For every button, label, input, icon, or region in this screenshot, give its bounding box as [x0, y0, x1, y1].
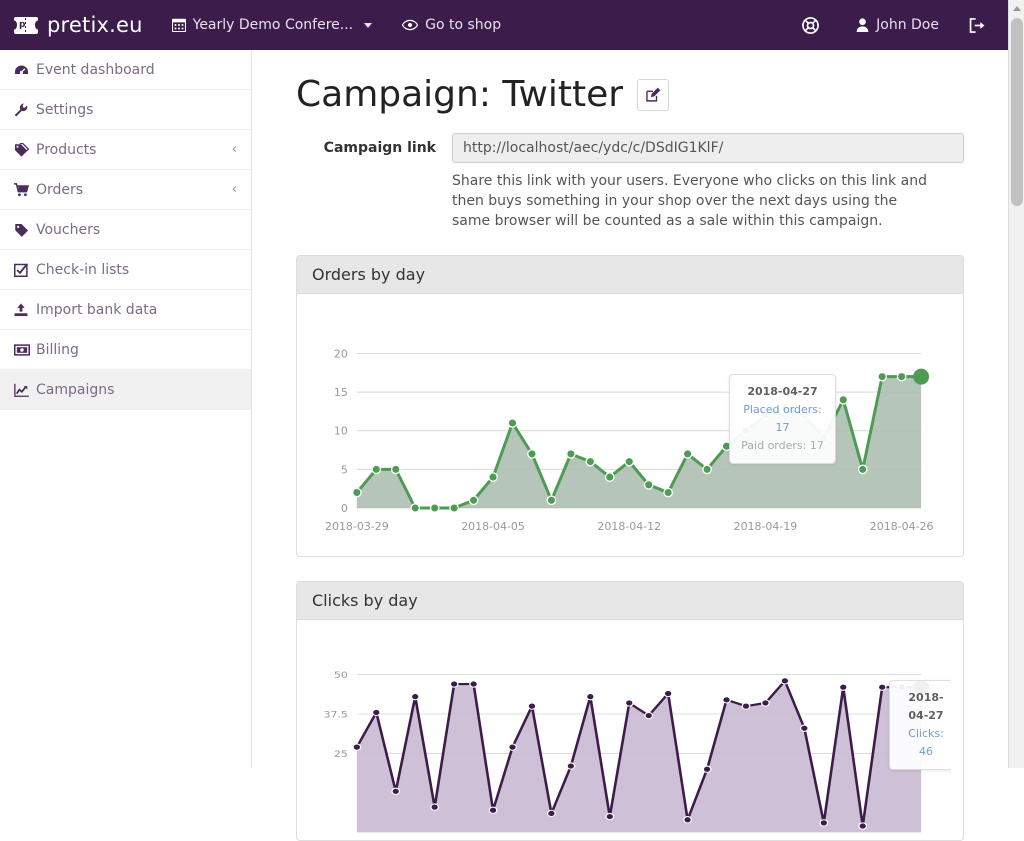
top-navbar: p pretix.eu Yearly Demo Confere... Go to…: [0, 0, 1008, 50]
logout-icon: [969, 18, 986, 33]
svg-text:20: 20: [334, 347, 348, 360]
sidebar-chevron: ‹: [232, 182, 237, 197]
sidebar-item-orders[interactable]: Orders ‹: [0, 170, 251, 210]
go-to-shop-label: Go to shop: [425, 17, 501, 33]
clicks-by-day-panel: Clicks by day 2537.550 2018-04-27 Clicks…: [296, 581, 964, 841]
page-scrollbar[interactable]: [1008, 0, 1024, 768]
sidebar-item-products[interactable]: Products ‹: [0, 130, 251, 170]
clicks-panel-title: Clicks by day: [297, 582, 963, 620]
sidebar-item-label: Check-in lists: [36, 262, 237, 278]
line-chart-icon: [14, 383, 36, 397]
check-square-icon: [14, 263, 36, 277]
campaign-link-control: Share this link with your users. Everyon…: [452, 133, 964, 231]
lifebuoy-icon: [802, 17, 819, 34]
caret-down-icon: [364, 23, 372, 28]
svg-text:2018-04-19: 2018-04-19: [734, 520, 798, 533]
edit-campaign-button[interactable]: [637, 79, 669, 111]
sidebar-item-vouchers[interactable]: Vouchers: [0, 210, 251, 250]
sidebar-item-import-bank-data[interactable]: Import bank data: [0, 290, 251, 330]
sidebar-item-label: Event dashboard: [36, 62, 237, 78]
user-icon: [856, 18, 869, 32]
orders-by-day-panel: Orders by day 0 5 10 15 20 2018-03-29 2018-04-…: [296, 255, 964, 557]
help-button[interactable]: [787, 0, 841, 50]
tags-icon: [14, 143, 36, 157]
tag-icon: [14, 223, 36, 237]
campaign-link-input[interactable]: [452, 133, 964, 163]
svg-text:37.5: 37.5: [323, 710, 347, 720]
svg-text:50: 50: [334, 671, 348, 681]
shopping-cart-icon: [14, 183, 36, 197]
svg-text:0: 0: [341, 502, 348, 515]
orders-panel-body: 0 5 10 15 20 2018-03-29 2018-04-05 2018-04-12 20…: [297, 294, 963, 556]
clicks-chart[interactable]: 2537.550 2018-04-27 Clicks: 46: [309, 634, 951, 834]
pencil-square-icon: [646, 87, 661, 102]
sidebar-item-billing[interactable]: Billing: [0, 330, 251, 370]
event-selector[interactable]: Yearly Demo Confere...: [157, 0, 387, 50]
orders-chart[interactable]: 0 5 10 15 20 2018-03-29 2018-04-05 2018-04-12 20…: [309, 308, 951, 550]
svg-text:2018-04-05: 2018-04-05: [461, 520, 525, 533]
sidebar-item-label: Campaigns: [36, 382, 237, 398]
user-menu[interactable]: John Doe: [841, 0, 954, 50]
upload-icon: [14, 303, 36, 317]
page-title: Campaign: Twitter: [296, 74, 964, 115]
money-icon: [14, 344, 36, 356]
orders-chart-svg: 0 5 10 15 20 2018-03-29 2018-04-05 2018-04-12 20…: [309, 308, 951, 550]
sidebar-item-label: Vouchers: [36, 222, 237, 238]
svg-text:10: 10: [334, 425, 348, 438]
svg-text:15: 15: [334, 386, 348, 399]
svg-text:5: 5: [341, 463, 348, 476]
brand-label: pretix.eu: [47, 13, 143, 37]
wrench-icon: [14, 103, 36, 117]
sidebar-item-label: Import bank data: [36, 302, 237, 318]
sidebar-item-settings[interactable]: Settings: [0, 90, 251, 130]
event-selector-label: Yearly Demo Confere...: [193, 17, 353, 33]
svg-text:2018-04-26: 2018-04-26: [870, 520, 934, 533]
sidebar-item-label: Billing: [36, 342, 237, 358]
sidebar-item-label: Orders: [36, 182, 232, 198]
svg-text:2018-03-29: 2018-03-29: [325, 520, 389, 533]
sidebar-item-campaigns[interactable]: Campaigns: [0, 370, 251, 410]
caret-up-icon: [1013, 6, 1021, 11]
sidebar-item-check-in-lists[interactable]: Check-in lists: [0, 250, 251, 290]
navbar-right-group: John Doe: [787, 0, 1008, 50]
eye-icon: [402, 19, 418, 31]
main-content: Campaign: Twitter Campaign link Share th…: [252, 50, 1008, 768]
sidebar-item-event-dashboard[interactable]: Event dashboard: [0, 50, 251, 90]
sidebar-item-label: Products: [36, 142, 232, 158]
campaign-link-row: Campaign link Share this link with your …: [296, 133, 964, 231]
scrollbar-thumb[interactable]: [1011, 18, 1023, 206]
calendar-icon: [172, 18, 186, 32]
scroll-up-button[interactable]: [1009, 0, 1024, 16]
svg-text:25: 25: [334, 750, 348, 760]
go-to-shop-link[interactable]: Go to shop: [387, 0, 516, 50]
svg-text:2018-04-12: 2018-04-12: [597, 520, 661, 533]
ticket-icon: p: [14, 17, 38, 34]
sidebar: Event dashboard Settings Products ‹ Orde…: [0, 50, 252, 768]
dashboard-icon: [14, 64, 36, 76]
clicks-chart-svg: 25 37.5 50: [309, 634, 951, 834]
user-name-label: John Doe: [876, 17, 939, 33]
page-title-text: Campaign: Twitter: [296, 74, 623, 115]
clicks-panel-body: 2537.550 2018-04-27 Clicks: 46: [297, 620, 963, 840]
brand-logo-link[interactable]: p pretix.eu: [0, 13, 157, 37]
campaign-link-label: Campaign link: [296, 133, 452, 156]
sidebar-chevron: ‹: [232, 142, 237, 157]
sidebar-item-label: Settings: [36, 102, 237, 118]
orders-panel-title: Orders by day: [297, 256, 963, 294]
logout-button[interactable]: [954, 0, 1008, 50]
campaign-link-help: Share this link with your users. Everyon…: [452, 171, 930, 231]
